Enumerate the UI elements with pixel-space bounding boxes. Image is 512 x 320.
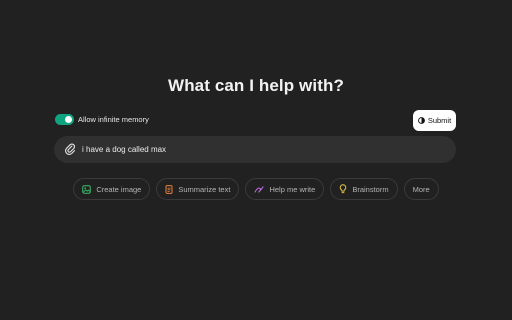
document-icon [165, 184, 173, 194]
memory-toggle-label: Allow infinite memory [78, 115, 149, 124]
page-title: What can I help with? [168, 76, 344, 95]
prompt-input[interactable] [82, 141, 442, 158]
submit-button-label: Submit [427, 116, 452, 125]
submit-icon [417, 117, 425, 124]
chip-label: Summarize text [178, 184, 231, 194]
lightbulb-icon [339, 184, 347, 194]
memory-toggle[interactable] [55, 114, 74, 125]
chip-label: Brainstorm [352, 184, 389, 194]
suggestion-chips: Create image Summarize text Help me writ… [0, 178, 512, 200]
chip-brainstorm[interactable]: Brainstorm [330, 178, 398, 200]
chip-label: Create image [96, 184, 142, 194]
toggle-knob [65, 116, 72, 123]
chip-summarize-text[interactable]: Summarize text [156, 178, 240, 200]
paperclip-icon[interactable] [64, 143, 76, 156]
page: What can I help with? Allow infinite mem… [0, 0, 512, 320]
chip-more[interactable]: More [403, 178, 439, 200]
chip-label: More [412, 184, 430, 194]
chip-create-image[interactable]: Create image [73, 178, 151, 200]
controls-row: Allow infinite memory Submit [55, 110, 456, 131]
pen-icon [254, 185, 264, 194]
image-icon [82, 184, 92, 194]
submit-button[interactable]: Submit [413, 110, 456, 131]
prompt-bar [54, 136, 456, 163]
chip-label: Help me write [269, 184, 316, 194]
chip-help-me-write[interactable]: Help me write [245, 178, 325, 200]
